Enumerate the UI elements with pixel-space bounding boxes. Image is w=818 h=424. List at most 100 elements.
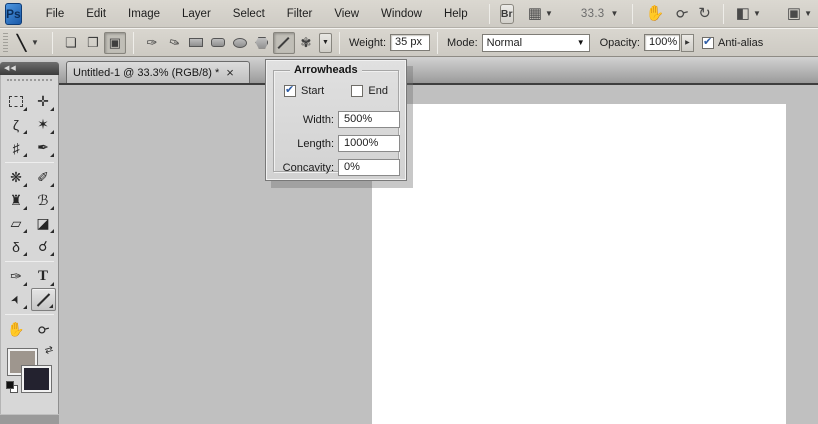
lasso-tool[interactable]: ζ	[4, 113, 29, 136]
history-brush-tool[interactable]: ℬ	[31, 189, 56, 212]
blur-icon: δ	[12, 238, 20, 255]
opacity-input[interactable]: 100%	[643, 34, 680, 51]
menu-view[interactable]: View	[323, 3, 370, 25]
line-tool-selected[interactable]	[30, 288, 56, 311]
move-tool[interactable]: ✛	[31, 90, 56, 113]
shape-layers-button[interactable]: ❏	[60, 32, 82, 54]
weight-input[interactable]: 35 px	[390, 34, 431, 51]
separator	[5, 261, 54, 262]
arrowheads-popup-panel: Arrowheads ✔ Start End Width: 500% Lengt…	[265, 59, 407, 181]
hand-icon: ✋	[7, 321, 25, 337]
document-tab-title: Untitled-1 @ 33.3% (RGB/8) *	[73, 66, 220, 79]
rectangle-tool-button[interactable]	[185, 32, 207, 54]
magic-wand-tool[interactable]: ✶	[31, 113, 56, 136]
eraser-tool[interactable]: ▱	[4, 212, 29, 235]
paths-icon: ❐	[87, 34, 99, 50]
screen-mode-icon: ▣	[786, 5, 802, 22]
zoom-tool[interactable]: ☌	[31, 318, 56, 341]
rounded-rectangle-tool-button[interactable]	[207, 32, 229, 54]
start-checkbox[interactable]: ✔	[284, 84, 296, 97]
freeform-pen-tool-button[interactable]: ✑	[163, 32, 185, 54]
menu-select[interactable]: Select	[222, 3, 276, 25]
chevron-down-icon: ▼	[31, 38, 39, 47]
document-tab[interactable]: Untitled-1 @ 33.3% (RGB/8) * ×	[66, 61, 250, 83]
geometry-options-button[interactable]: ▼	[318, 32, 332, 53]
ellipse-tool-button[interactable]	[229, 32, 251, 54]
chevron-down-icon: ▼	[576, 38, 585, 47]
hand-tool[interactable]: ✋	[4, 318, 29, 341]
menu-layer[interactable]: Layer	[171, 3, 222, 25]
launch-bridge-button[interactable]: Br	[499, 3, 514, 24]
tools-panel: ◀◀ ✛ ζ ✶ ♯ ✒ ❋ ✐ ♜ ℬ ▱ ◪ δ ☌ ✑ T ➤ ✋ ☌ ⇄	[0, 62, 59, 424]
line-tool-button[interactable]	[272, 31, 295, 54]
tools-panel-grip[interactable]	[7, 79, 52, 87]
brush-tool[interactable]: ✐	[31, 166, 56, 189]
line-tool-icon	[36, 292, 50, 307]
separator	[132, 31, 134, 54]
path-selection-tool[interactable]: ➤	[4, 288, 29, 311]
arrange-documents-icon: ◧	[735, 5, 750, 22]
custom-shape-tool-button[interactable]: ✾	[295, 32, 317, 54]
eyedropper-icon: ✒	[37, 139, 49, 155]
spot-healing-brush-tool[interactable]: ❋	[4, 166, 29, 189]
tool-preset-picker[interactable]: ╲ ▼	[13, 34, 45, 52]
type-tool[interactable]: T	[31, 265, 56, 288]
menu-help[interactable]: Help	[433, 3, 479, 25]
tools-panel-header[interactable]: ◀◀	[0, 62, 59, 75]
dodge-tool[interactable]: ☌	[31, 235, 56, 258]
document-canvas[interactable]	[372, 104, 786, 424]
options-bar-grip[interactable]	[3, 32, 8, 53]
dodge-icon: ☌	[38, 238, 48, 254]
ellipse-icon	[232, 37, 247, 48]
hand-tool-icon[interactable]: ✋	[645, 6, 664, 21]
rounded-rectangle-icon	[210, 38, 225, 47]
paint-bucket-tool[interactable]: ◪	[31, 212, 56, 235]
length-input[interactable]: 1000%	[338, 135, 400, 152]
zoom-level-control[interactable]: 33.3 ▼	[581, 8, 621, 20]
tool-options-bar: ╲ ▼ ❏ ❐ ▣ ✑ ✑ ✾ ▼ Weight: 35 px Mode: No…	[0, 28, 818, 57]
fill-pixels-button[interactable]: ▣	[103, 31, 126, 54]
start-label: Start	[301, 85, 325, 97]
photoshop-logo: Ps	[5, 2, 22, 25]
width-input[interactable]: 500%	[338, 111, 400, 128]
chevron-down-icon: ▼	[321, 39, 329, 46]
swap-colors-icon[interactable]: ⇄	[43, 344, 54, 357]
pen-icon: ✑	[146, 34, 158, 50]
check-icon: ✔	[285, 84, 295, 96]
end-checkbox[interactable]	[351, 85, 364, 97]
menu-window[interactable]: Window	[370, 3, 433, 25]
separator	[51, 31, 53, 54]
antialias-checkbox[interactable]: ✔	[701, 36, 714, 49]
blend-mode-select[interactable]: Normal ▼	[481, 33, 590, 52]
background-color-swatch[interactable]	[22, 366, 51, 392]
view-extras-button[interactable]: ▦ ▼	[528, 6, 555, 21]
close-icon[interactable]: ×	[226, 66, 234, 79]
polygon-tool-button[interactable]	[251, 32, 273, 54]
default-colors-icon[interactable]	[6, 381, 18, 393]
screen-mode-button[interactable]: ▣ ▼	[787, 6, 814, 21]
paths-button[interactable]: ❐	[82, 32, 104, 54]
zoom-tool-icon[interactable]: ☌	[672, 4, 691, 23]
pen-tool-button[interactable]: ✑	[141, 32, 163, 54]
menu-image[interactable]: Image	[117, 3, 171, 25]
menu-filter[interactable]: Filter	[276, 3, 324, 25]
arrange-documents-button[interactable]: ◧ ▼	[736, 6, 763, 21]
blur-tool[interactable]: δ	[4, 235, 29, 258]
eyedropper-tool[interactable]: ✒	[31, 136, 56, 159]
menu-file[interactable]: File	[35, 3, 76, 25]
end-label: End	[368, 85, 388, 97]
concavity-input[interactable]: 0%	[338, 159, 400, 176]
shape-layers-icon: ❏	[65, 34, 77, 50]
opacity-slider-button[interactable]: ▶	[680, 33, 694, 52]
custom-shape-icon: ✾	[300, 34, 312, 50]
rotate-view-icon[interactable]: ↻	[698, 6, 711, 21]
crop-tool[interactable]: ♯	[4, 136, 29, 159]
pen-tool[interactable]: ✑	[4, 265, 29, 288]
chevron-down-icon: ▼	[752, 9, 761, 18]
arrow-right-icon: ▶	[685, 40, 690, 46]
line-tool-preset-icon: ╲	[17, 34, 27, 52]
rectangular-marquee-tool[interactable]	[4, 90, 29, 113]
document-tab-strip: Untitled-1 @ 33.3% (RGB/8) * ×	[0, 57, 818, 85]
menu-edit[interactable]: Edit	[75, 3, 117, 25]
clone-stamp-tool[interactable]: ♜	[4, 189, 29, 212]
